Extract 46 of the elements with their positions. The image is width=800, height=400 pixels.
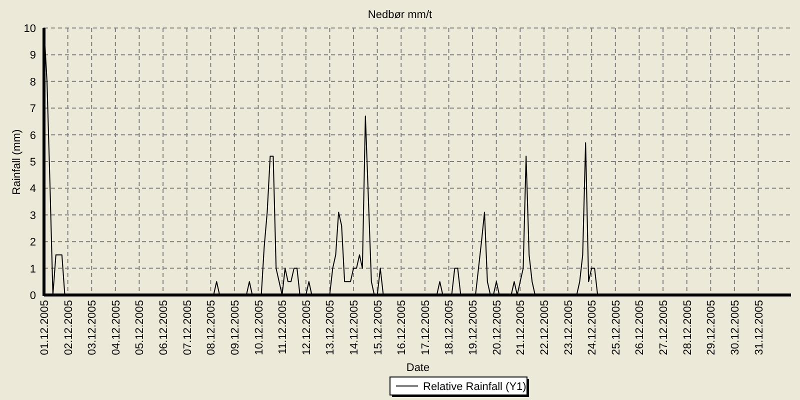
axis-tick-label: 14.12.2005 [348,300,361,356]
chart-title: Nedbør mm/t [368,9,432,21]
axis-tick-label: 2 [30,236,36,249]
axis-tick-label: 21.12.2005 [515,300,528,356]
axis-tick-label: 05.12.2005 [134,300,146,356]
axis-tick-label: 20.12.2005 [491,300,504,356]
axis-tick-label: 23.12.2005 [562,300,575,356]
axis-tick-label: 02.12.2005 [62,300,75,356]
axis-tick-label: 11.12.2005 [277,300,290,354]
axis-tick-label: 27.12.2005 [658,300,670,356]
axis-tick-label: 31.12.2005 [753,300,766,356]
axis-tick-label: 15.12.2005 [372,300,384,356]
axis-tick-label: 10 [24,23,36,35]
axis-tick-label: 03.12.2005 [86,300,99,356]
axis-tick-label: 19.12.2005 [468,300,480,356]
axis-tick-label: 0 [30,290,36,302]
x-axis-label: Date [406,362,430,374]
axis-tick-label: 10.12.2005 [253,300,266,356]
axis-tick-label: 08.12.2005 [206,300,218,356]
axis-tick-label: 30.12.2005 [729,300,742,356]
axis-tick-label: 12.12.2005 [300,300,313,356]
axis-tick-label: 18.12.2005 [444,300,456,356]
axis-tick-label: 5 [30,156,36,168]
legend-label: Relative Rainfall (Y1) [423,381,526,393]
axis-tick-label: 9 [30,50,36,62]
axis-tick-label: 1 [30,263,36,276]
axis-tick-label: 26.12.2005 [634,300,646,356]
axis-tick-label: 13.12.2005 [324,300,337,356]
axis-tick-label: 7 [30,103,36,116]
axis-tick-label: 09.12.2005 [229,300,242,356]
axis-tick-label: 16.12.2005 [396,300,408,356]
axis-tick-label: 25.12.2005 [610,300,622,356]
axis-tick-label: 28.12.2005 [682,300,694,356]
y-axis-label: Rainfall (mm) [11,129,23,195]
axis-tick-label: 4 [30,183,36,196]
axis-tick-label: 01.12.2005 [39,300,51,356]
axis-tick-label: 6 [30,130,36,142]
axis-tick-label: 04.12.2005 [110,300,122,356]
axis-tick-label: 22.12.2005 [538,300,551,356]
axis-tick-label: 07.12.2005 [182,300,194,356]
axis-tick-label: 17.12.2005 [420,300,432,356]
axis-tick-label: 3 [30,210,36,222]
axis-tick-label: 06.12.2005 [158,300,170,356]
axis-tick-label: 8 [30,76,36,88]
axis-tick-label: 24.12.2005 [586,300,599,356]
axis-tick-label: 29.12.2005 [706,300,718,356]
